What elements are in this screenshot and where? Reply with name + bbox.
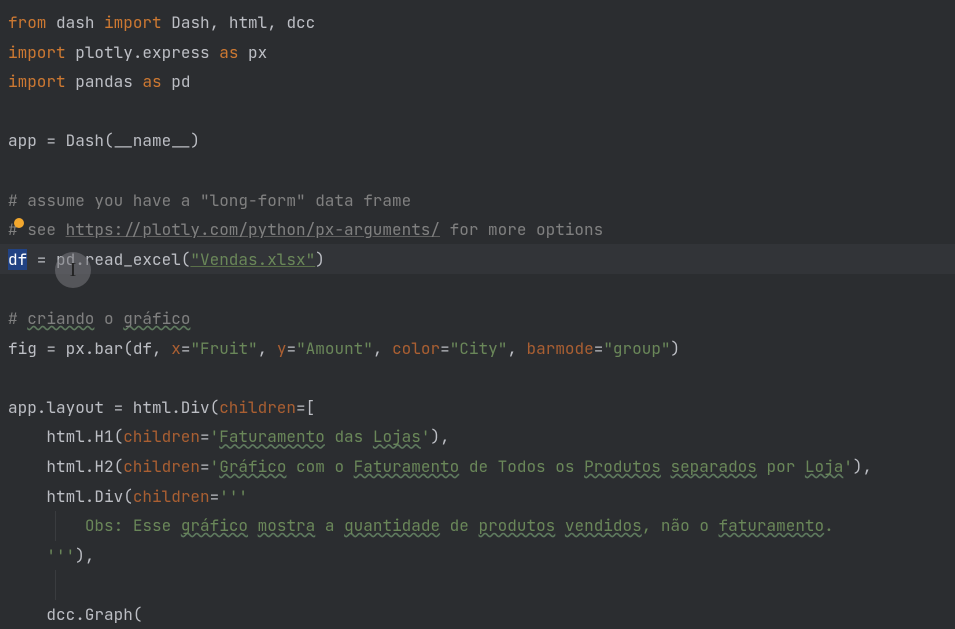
blank-line[interactable]	[8, 363, 955, 393]
string-literal: "Amount"	[296, 338, 373, 359]
module-name: dash	[56, 12, 94, 33]
kwarg: children	[123, 456, 200, 477]
kwarg: color	[392, 338, 440, 359]
code-text: html.Div(	[8, 486, 133, 507]
code-line[interactable]: html.H1(children='Faturamento das Lojas'…	[8, 422, 955, 452]
spell-warn: faturamento	[719, 515, 825, 536]
module-name: pandas	[75, 71, 133, 92]
spell-warn: Produtos	[584, 456, 661, 477]
alias: pd	[171, 71, 190, 92]
spell-warn: produtos	[478, 515, 555, 536]
spell-warn: Faturamento	[354, 456, 460, 477]
code-text: dcc.Graph(	[8, 604, 142, 625]
comment-line[interactable]: # assume you have a "long-form" data fra…	[8, 186, 955, 216]
import-items: Dash, html, dcc	[171, 12, 315, 33]
triple-quote: '''	[46, 545, 75, 566]
code-line[interactable]: import plotly.express as px	[8, 38, 955, 68]
spell-warn: criando	[27, 308, 94, 329]
kwarg: x	[171, 338, 181, 359]
blank-line[interactable]	[8, 274, 955, 304]
url-link[interactable]: https://plotly.com/python/px-arguments/	[66, 219, 440, 240]
comment-line[interactable]: # see https://plotly.com/python/px-argum…	[8, 215, 955, 245]
keyword-import: import	[8, 71, 66, 92]
code-text: )	[315, 249, 325, 270]
code-line[interactable]: html.Div(children='''	[8, 482, 955, 512]
keyword-import: import	[104, 12, 162, 33]
code-text: fig = px.bar(	[8, 338, 133, 359]
code-line[interactable]: import pandas as pd	[8, 67, 955, 97]
string-literal: "Vendas.xlsx"	[190, 249, 315, 270]
code-text: = pd.read_excel(	[27, 249, 190, 270]
kwarg: barmode	[527, 338, 594, 359]
spell-warn: Gráfico	[219, 456, 286, 477]
code-text: html.H1(	[8, 426, 123, 447]
code-editor[interactable]: from dash import Dash, html, dcc import …	[8, 8, 955, 629]
triple-quote: '''	[219, 486, 248, 507]
kwarg: y	[277, 338, 287, 359]
kwarg: children	[219, 397, 296, 418]
spell-warn: Faturamento	[219, 426, 325, 447]
string-literal: "group"	[603, 338, 670, 359]
blank-line[interactable]	[8, 570, 955, 600]
alias: px	[248, 42, 267, 63]
code-line[interactable]: from dash import Dash, html, dcc	[8, 8, 955, 38]
comment-text: # assume you have a "long-form" data fra…	[8, 190, 411, 211]
keyword-import: import	[8, 42, 66, 63]
code-text: app = Dash(__name__)	[8, 130, 200, 151]
code-line[interactable]: html.H2(children='Gráfico com o Faturame…	[8, 452, 955, 482]
selected-text: df	[8, 249, 27, 270]
comment-text: for more options	[440, 219, 603, 240]
code-line[interactable]: app = Dash(__name__)	[8, 126, 955, 156]
spell-warn: gráfico	[123, 308, 190, 329]
comment-line[interactable]: # criando o gráfico	[8, 304, 955, 334]
code-text: app.layout = html.Div(	[8, 397, 219, 418]
code-line[interactable]: dcc.Graph(	[8, 600, 955, 629]
comment-text: #	[8, 308, 27, 329]
spell-warn: quantidade	[344, 515, 440, 536]
code-text: =[	[296, 397, 315, 418]
keyword-as: as	[142, 71, 161, 92]
keyword-from: from	[8, 12, 46, 33]
code-line[interactable]: Obs: Esse gráfico mostra a quantidade de…	[8, 511, 955, 541]
module-name: plotly.express	[75, 42, 209, 63]
spell-warn: mostra	[258, 515, 316, 536]
code-line-active[interactable]: df = pd.read_excel("Vendas.xlsx")	[8, 245, 955, 275]
spell-warn: Lojas	[373, 426, 421, 447]
blank-line[interactable]	[8, 97, 955, 127]
blank-line[interactable]	[8, 156, 955, 186]
var-ref: df	[133, 338, 152, 359]
kwarg: children	[133, 486, 210, 507]
code-line[interactable]: app.layout = html.Div(children=[	[8, 393, 955, 423]
code-text: html.H2(	[8, 456, 123, 477]
string-literal: "Fruit"	[190, 338, 257, 359]
code-line[interactable]: '''),	[8, 541, 955, 571]
spell-warn: Loja	[805, 456, 843, 477]
comment-text: o	[94, 308, 123, 329]
kwarg: children	[123, 426, 200, 447]
spell-warn: vendidos	[565, 515, 642, 536]
spell-warn: gráfico	[181, 515, 248, 536]
keyword-as: as	[219, 42, 238, 63]
spell-warn: separados	[670, 456, 756, 477]
code-line[interactable]: fig = px.bar(df, x="Fruit", y="Amount", …	[8, 334, 955, 364]
string-literal: "City"	[450, 338, 508, 359]
